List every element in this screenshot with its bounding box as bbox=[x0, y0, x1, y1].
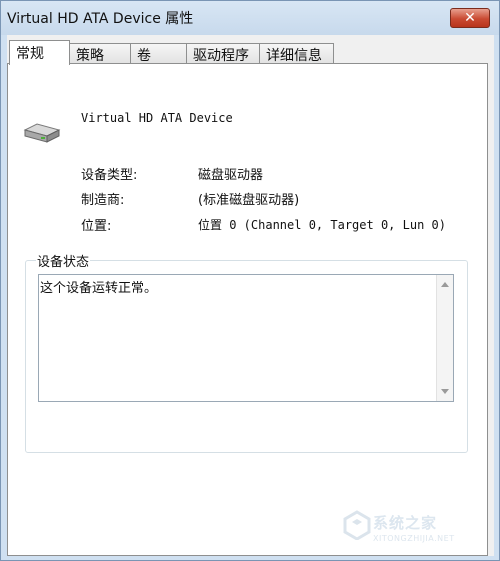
status-scrollbar[interactable] bbox=[436, 275, 453, 401]
location-value: 位置 0 (Channel 0, Target 0, Lun 0) bbox=[198, 218, 446, 232]
general-tab-panel: Virtual HD ATA Device 设备类型: 磁盘驱动器 制造商: (… bbox=[7, 63, 488, 556]
tab-volumes[interactable]: 卷 bbox=[130, 43, 187, 64]
device-type-label: 设备类型: bbox=[81, 168, 138, 183]
tab-label: 常规 bbox=[16, 46, 44, 62]
tab-details[interactable]: 详细信息 bbox=[259, 43, 334, 64]
device-status-title: 设备状态 bbox=[36, 251, 91, 270]
watermark-logo-icon bbox=[343, 510, 371, 540]
device-status-textbox[interactable]: 这个设备运转正常。 bbox=[38, 274, 454, 402]
window-title: Virtual HD ATA Device 属性 bbox=[7, 11, 194, 27]
watermark-text: 系统之家 bbox=[373, 514, 438, 532]
tab-label: 详细信息 bbox=[266, 48, 322, 64]
tab-label: 驱动程序 bbox=[193, 48, 249, 64]
title-bar[interactable]: Virtual HD ATA Device 属性 ✕ bbox=[1, 1, 499, 35]
location-label: 位置: bbox=[81, 219, 112, 234]
tab-strip: 常规 策略 卷 驱动程序 详细信息 bbox=[7, 40, 487, 65]
client-area: 常规 策略 卷 驱动程序 详细信息 Virtual HD ATA Device … bbox=[7, 35, 494, 556]
drive-icon bbox=[23, 123, 61, 143]
scroll-down-arrow-icon[interactable] bbox=[441, 389, 449, 394]
device-status-text: 这个设备运转正常。 bbox=[40, 281, 158, 296]
tab-label: 策略 bbox=[76, 48, 104, 64]
scroll-up-arrow-icon[interactable] bbox=[441, 282, 449, 287]
tab-policies[interactable]: 策略 bbox=[69, 43, 131, 64]
close-button[interactable]: ✕ bbox=[450, 8, 490, 28]
device-name: Virtual HD ATA Device bbox=[81, 111, 233, 125]
close-icon: ✕ bbox=[464, 10, 476, 26]
manufacturer-label: 制造商: bbox=[81, 193, 125, 208]
watermark-subtext: XITONGZHIJIA.NET bbox=[373, 534, 455, 543]
device-type-value: 磁盘驱动器 bbox=[198, 168, 264, 183]
tab-general[interactable]: 常规 bbox=[9, 40, 70, 65]
device-status-group: 设备状态 这个设备运转正常。 bbox=[25, 251, 468, 453]
tab-driver[interactable]: 驱动程序 bbox=[186, 43, 260, 64]
manufacturer-value: (标准磁盘驱动器) bbox=[198, 193, 300, 208]
properties-window: Virtual HD ATA Device 属性 ✕ 常规 策略 卷 驱动程序 … bbox=[0, 0, 500, 561]
watermark: 系统之家 XITONGZHIJIA.NET bbox=[343, 500, 493, 554]
tab-label: 卷 bbox=[137, 48, 151, 64]
